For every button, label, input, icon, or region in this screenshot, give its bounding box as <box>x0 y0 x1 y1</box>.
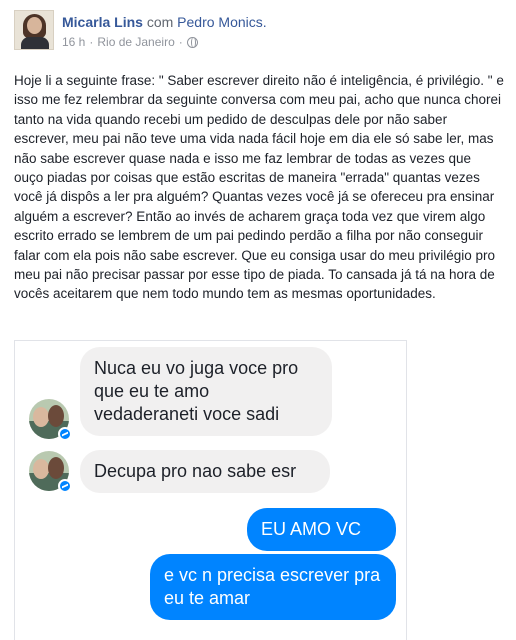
messenger-icon <box>58 427 72 441</box>
messenger-icon <box>58 479 72 493</box>
message-bubble-incoming: Decupa pro nao sabe esr <box>80 450 330 493</box>
with-label: com <box>146 14 174 30</box>
post-timestamp[interactable]: 16 h <box>62 35 85 49</box>
message-bubble-outgoing: e vc n precisa escrever pra eu te amar <box>150 554 396 620</box>
post-body-text: Hoje li a seguinte frase: " Saber escrev… <box>14 73 504 302</box>
chat-avatar-dad <box>29 399 72 441</box>
tagged-user-link[interactable]: Pedro Monics. <box>177 14 266 30</box>
chat-screenshot: Nuca eu vo juga voce pro que eu te amo v… <box>14 340 407 640</box>
message-bubble-incoming: Nuca eu vo juga voce pro que eu te amo v… <box>80 347 332 436</box>
author-name-link[interactable]: Micarla Lins <box>62 14 143 30</box>
meta-separator: · <box>178 35 183 49</box>
post-names: Micarla Lins com Pedro Monics. <box>62 14 267 30</box>
message-bubble-outgoing: EU AMO VC <box>247 508 396 551</box>
meta-separator: · <box>89 35 94 49</box>
post-location[interactable]: Rio de Janeiro <box>97 35 174 49</box>
post-meta: 16 h · Rio de Janeiro · <box>62 35 198 49</box>
chat-avatar-dad <box>29 451 72 493</box>
post-header: Micarla Lins com Pedro Monics. 16 h · Ri… <box>14 10 504 58</box>
author-avatar[interactable] <box>14 10 54 50</box>
globe-icon[interactable] <box>186 36 198 48</box>
